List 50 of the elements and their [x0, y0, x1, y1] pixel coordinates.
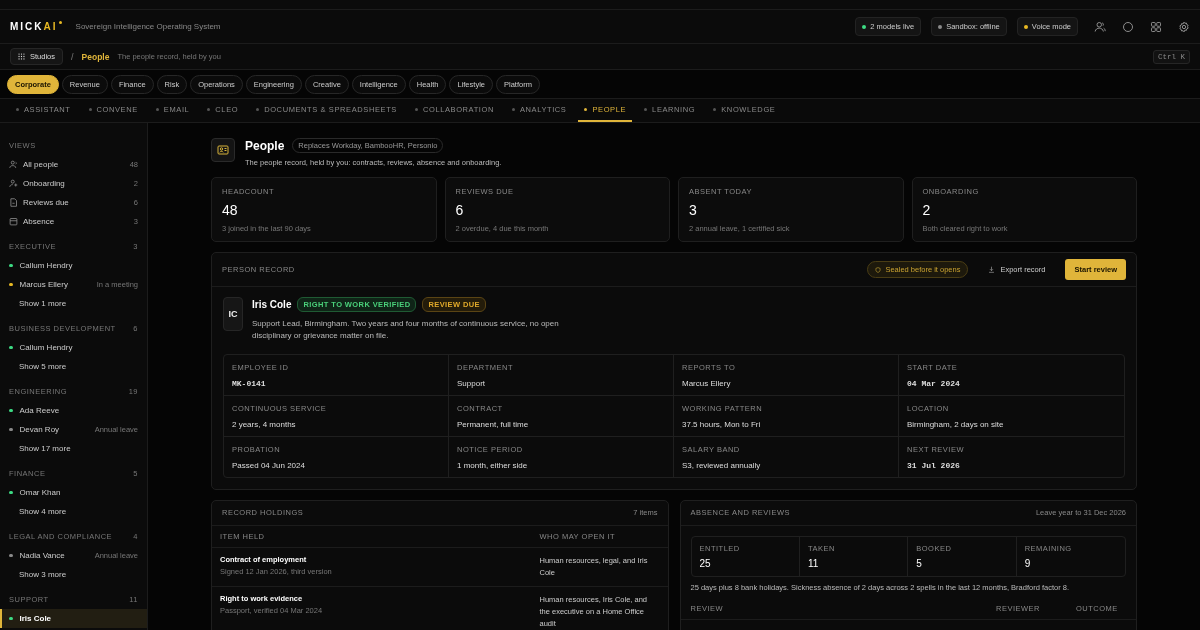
person-item[interactable]: Callum Hendry — [0, 256, 147, 275]
settings-icon[interactable] — [1178, 20, 1190, 33]
tagline: Sovereign Intelligence Operating System — [75, 22, 221, 31]
person-item[interactable]: Callum Hendry — [0, 338, 147, 357]
field-value: 04 Mar 2024 — [907, 378, 961, 388]
field-value: 37.5 hours, Mon to Fri — [682, 419, 762, 429]
stat-value: 6 — [455, 202, 465, 218]
people-icon — [9, 160, 18, 169]
field-value: 2 years, 4 months — [232, 419, 297, 429]
stat-value: 9 — [1024, 557, 1032, 569]
id-card-icon — [211, 138, 235, 162]
field-value: 31 Jul 2026 — [907, 460, 961, 470]
stat-value: 5 — [916, 557, 923, 569]
show-more-link[interactable]: Show 5 more — [0, 357, 147, 376]
grid-icon — [18, 53, 25, 60]
stat-value: 2 — [922, 202, 932, 218]
stat-value: 3 — [689, 202, 698, 218]
field-value: 1 month, either side — [457, 460, 529, 470]
field-value: Marcus Ellery — [682, 378, 732, 388]
document-icon — [9, 198, 18, 207]
field-value: Passed 04 Jun 2024 — [232, 460, 306, 470]
field-value: S3, reviewed annually — [682, 460, 762, 470]
page-title: People — [245, 138, 285, 153]
stat-value: 11 — [807, 557, 820, 569]
circle-icon[interactable] — [1122, 20, 1134, 33]
show-more-link[interactable]: Show 1 more — [0, 294, 147, 313]
breadcrumb-current: People — [81, 51, 110, 62]
person-summary: Support Lead, Birmingham. Two years and four months of continuous service, no open disciplinary or grievance matter on file. — [252, 318, 560, 343]
add-person-icon — [9, 179, 18, 188]
person-icon[interactable] — [1094, 20, 1106, 33]
field-value: MK-0141 — [232, 378, 267, 388]
person-item[interactable]: Ada Reeve — [0, 401, 147, 420]
person-item[interactable]: Omar Khan — [0, 483, 147, 502]
shield-icon — [875, 266, 882, 273]
stat-value: 25 — [699, 557, 712, 569]
stat-value: 48 — [222, 202, 239, 218]
grid-icon[interactable] — [1150, 20, 1162, 33]
show-more-link[interactable]: Show 17 more — [0, 439, 147, 458]
initials-avatar: IC — [223, 297, 243, 331]
show-more-link[interactable]: Show 4 more — [0, 502, 147, 521]
field-value: Permanent, full time — [457, 419, 530, 429]
person-name: Iris Cole — [252, 299, 292, 310]
field-value: Birmingham, 2 days on site — [907, 419, 1005, 429]
calendar-icon — [9, 217, 18, 226]
show-more-link[interactable]: Show 3 more — [0, 565, 147, 584]
field-value: Support — [457, 378, 487, 388]
breadcrumb-separator: / — [71, 51, 74, 62]
logo: MICKAI — [10, 21, 62, 32]
download-icon — [988, 266, 996, 273]
person-item[interactable]: Iris Cole — [0, 609, 147, 628]
